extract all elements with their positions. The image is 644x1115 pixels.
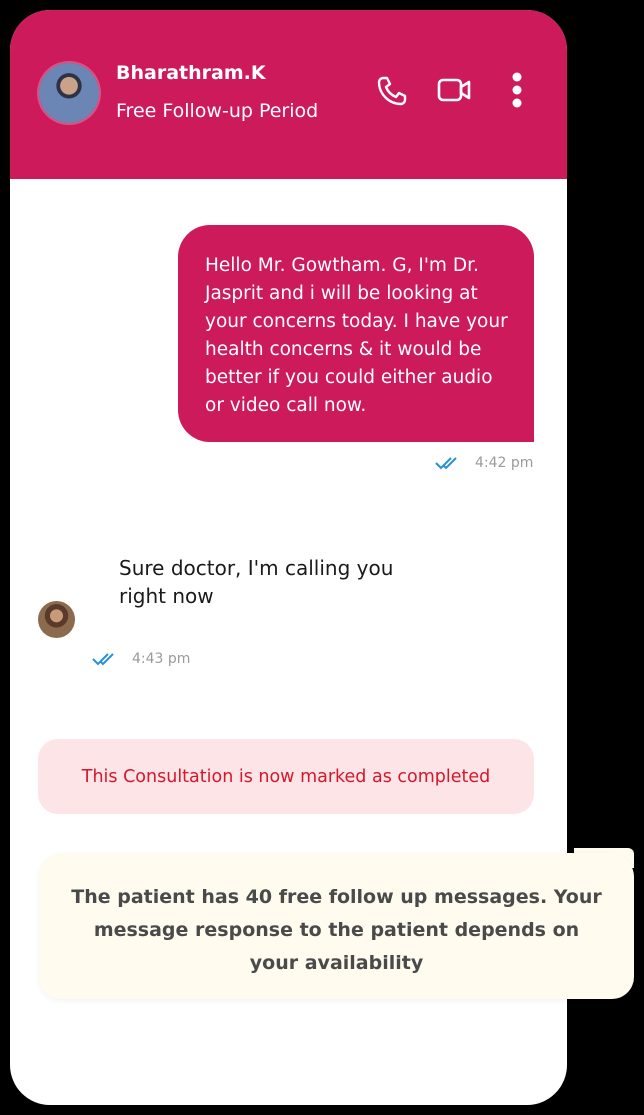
incoming-message-meta: 4:43 pm [92,651,190,667]
phone-icon[interactable] [373,70,413,110]
contact-avatar[interactable] [39,63,99,123]
more-vertical-icon[interactable] [497,70,537,110]
sender-avatar [38,601,75,638]
message-time: 4:43 pm [132,651,191,667]
double-check-icon [435,457,457,470]
incoming-message-text: Sure doctor, I'm calling you right now [119,556,394,608]
chat-header: Bharathram.K Free Follow-up Period [10,10,567,179]
followup-info-notice: The patient has 40 free follow up messag… [39,853,634,999]
message-time: 4:42 pm [475,455,534,471]
contact-name: Bharathram.K [116,62,266,84]
outgoing-message-meta: 4:42 pm [435,455,533,471]
double-check-icon [92,653,114,666]
consultation-completed-notice: This Consultation is now marked as compl… [38,739,534,814]
outgoing-message-bubble: Hello Mr. Gowtham. G, I'm Dr. Jasprit an… [178,225,534,442]
contact-status: Free Follow-up Period [116,100,319,122]
video-call-icon[interactable] [435,70,475,110]
